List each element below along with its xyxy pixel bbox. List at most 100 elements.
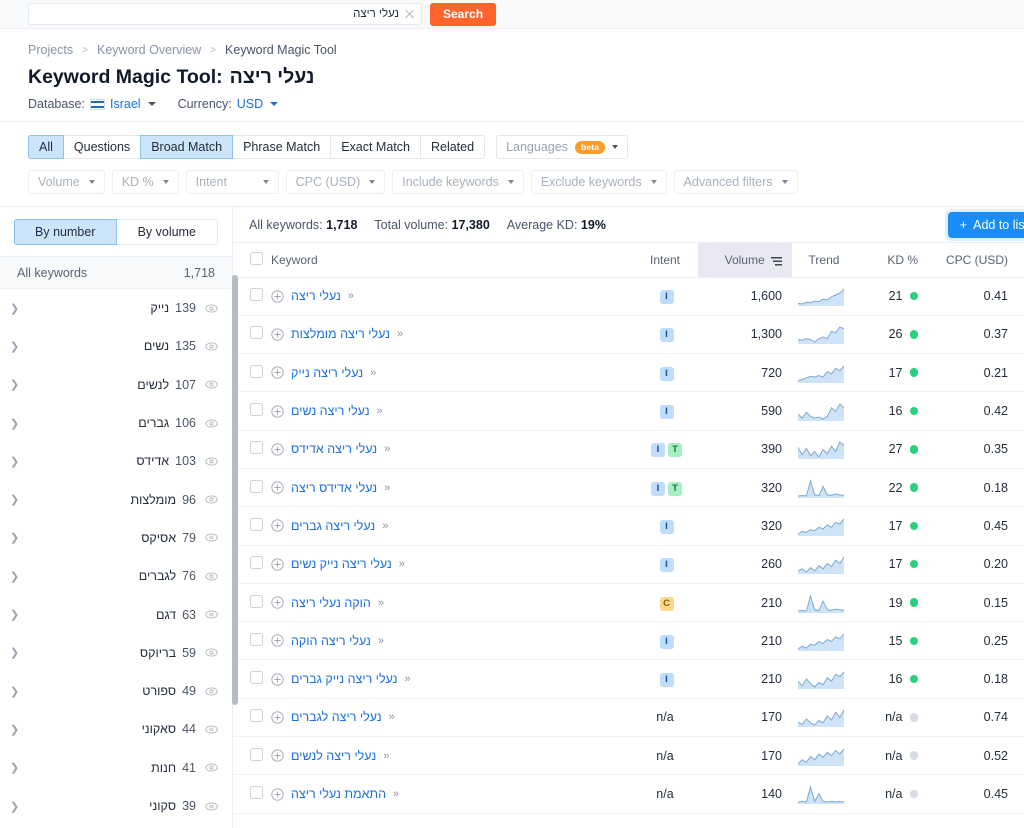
- plus-circle-icon[interactable]: [271, 519, 284, 533]
- sidebar-group-item[interactable]: ❯ מומלצות 96: [0, 480, 232, 518]
- chevron-right-icon[interactable]: ❯: [10, 685, 24, 698]
- row-checkbox[interactable]: [250, 594, 263, 608]
- toggle-by-number[interactable]: By number: [14, 219, 117, 245]
- filter-include-keywords[interactable]: Include keywords: [392, 170, 524, 194]
- plus-circle-icon[interactable]: [271, 558, 284, 571]
- table-row[interactable]: נעלי ריצה לגברים » n/a 170 n/a 0.74: [233, 698, 1024, 738]
- keyword-link[interactable]: נעלי ריצה אדידס: [291, 442, 377, 456]
- row-checkbox[interactable]: [250, 632, 263, 646]
- chevron-down-icon[interactable]: [270, 102, 279, 106]
- column-header-cpc[interactable]: CPC (USD): [928, 243, 1024, 278]
- match-type-questions[interactable]: Questions: [62, 135, 142, 159]
- double-chevron-icon[interactable]: »: [370, 367, 376, 379]
- filter-exclude-keywords[interactable]: Exclude keywords: [530, 170, 667, 194]
- table-row[interactable]: נעלי ריצה הוקה » I 210 15 0.25: [233, 621, 1024, 661]
- keyword-link[interactable]: הוקה נעלי ריצה: [291, 596, 371, 610]
- table-row[interactable]: נעלי ריצה גברים » I 320 17 0.45: [233, 506, 1024, 546]
- table-row[interactable]: התאמת נעלי ריצה » n/a 140 n/a 0.45: [233, 774, 1024, 814]
- row-checkbox[interactable]: [250, 517, 263, 531]
- table-row[interactable]: נעלי ריצה מומלצות » I 1,300 26 0.37: [233, 315, 1024, 355]
- chevron-right-icon[interactable]: ❯: [10, 800, 24, 813]
- eye-icon[interactable]: [205, 417, 218, 430]
- table-row[interactable]: נעלי ריצה נייק » I 720 17 0.21: [233, 353, 1024, 393]
- eye-icon[interactable]: [205, 800, 218, 813]
- toggle-by-volume[interactable]: By volume: [115, 219, 218, 245]
- chevron-down-icon[interactable]: [650, 180, 657, 184]
- chevron-right-icon[interactable]: ❯: [10, 570, 24, 583]
- sidebar-group-item[interactable]: ❯ אסיקס 79: [0, 519, 232, 557]
- keyword-link[interactable]: נעלי ריצה: [291, 289, 341, 303]
- intent-badge-t[interactable]: T: [668, 443, 682, 458]
- table-row[interactable]: הוקה נעלי ריצה » C 210 19 0.15: [233, 583, 1024, 623]
- double-chevron-icon[interactable]: »: [383, 750, 389, 762]
- plus-circle-icon[interactable]: [271, 404, 284, 418]
- table-row[interactable]: נעלי ריצה אדידס» I T 390 27 0.35: [233, 430, 1024, 469]
- database-value[interactable]: Israel: [110, 97, 141, 111]
- chevron-right-icon[interactable]: ❯: [10, 340, 24, 353]
- languages-dropdown[interactable]: Languages beta: [496, 135, 629, 159]
- plus-circle-icon[interactable]: [271, 787, 284, 801]
- table-row[interactable]: נעלי ריצה נייק נשים » I 260 17 0.20: [233, 545, 1024, 584]
- sidebar-group-item[interactable]: ❯ לנשים 107: [0, 366, 232, 404]
- plus-circle-icon[interactable]: [271, 596, 284, 609]
- table-row[interactable]: נעלי אדידס ריצה» I T 320 22 0.18: [233, 468, 1024, 508]
- intent-badge-i[interactable]: I: [651, 443, 665, 458]
- close-icon[interactable]: [404, 9, 415, 20]
- intent-badge-i[interactable]: I: [659, 405, 674, 420]
- eye-icon[interactable]: [205, 608, 218, 621]
- row-checkbox[interactable]: [250, 709, 263, 723]
- keyword-link[interactable]: נעלי ריצה נייק: [291, 366, 363, 380]
- match-type-all[interactable]: All: [28, 135, 64, 159]
- keyword-link[interactable]: נעלי אדידס ריצה: [291, 481, 377, 495]
- chevron-right-icon[interactable]: ❯: [10, 302, 24, 315]
- sidebar-group-item[interactable]: ❯ אדידס 103: [0, 442, 232, 480]
- currency-selector[interactable]: Currency: USD: [178, 97, 279, 111]
- sidebar-group-item[interactable]: ❯ דגם 63: [0, 595, 232, 633]
- keyword-link[interactable]: התאמת נעלי ריצה: [291, 787, 386, 801]
- breadcrumb-item-projects[interactable]: Projects: [28, 43, 73, 57]
- chevron-down-icon[interactable]: [612, 145, 619, 149]
- chevron-down-icon[interactable]: [507, 180, 514, 184]
- eye-icon[interactable]: [205, 302, 218, 315]
- row-checkbox[interactable]: [250, 786, 263, 799]
- row-checkbox[interactable]: [250, 479, 263, 493]
- plus-circle-icon[interactable]: [271, 443, 284, 456]
- filter-intent[interactable]: Intent: [185, 170, 279, 194]
- match-type-related[interactable]: Related: [419, 135, 486, 159]
- search-input[interactable]: [29, 8, 421, 20]
- filter-cpc[interactable]: CPC (USD): [285, 170, 386, 194]
- sidebar-group-item[interactable]: ❯ לגברים 76: [0, 557, 232, 595]
- double-chevron-icon[interactable]: »: [393, 788, 399, 800]
- plus-circle-icon[interactable]: [271, 366, 284, 379]
- chevron-down-icon[interactable]: [781, 180, 788, 184]
- eye-icon[interactable]: [205, 685, 218, 698]
- column-header-intent[interactable]: Intent: [632, 243, 698, 278]
- plus-circle-icon[interactable]: [271, 328, 284, 341]
- chevron-right-icon[interactable]: ❯: [10, 646, 24, 659]
- chevron-down-icon[interactable]: [88, 180, 95, 184]
- add-to-list-button[interactable]: + Add to list: [947, 211, 1024, 238]
- double-chevron-icon[interactable]: »: [397, 328, 403, 340]
- chevron-down-icon[interactable]: [262, 180, 269, 184]
- keyword-link[interactable]: נעלי ריצה נשים: [291, 404, 370, 418]
- sidebar-group-item[interactable]: ❯ בריוקס 59: [0, 634, 232, 672]
- double-chevron-icon[interactable]: »: [377, 405, 383, 417]
- double-chevron-icon[interactable]: »: [378, 635, 384, 647]
- intent-badge-i[interactable]: I: [659, 634, 674, 649]
- keyword-link[interactable]: נעלי ריצה גברים: [291, 519, 375, 533]
- table-row[interactable]: נעלי ריצה לנשים » n/a 170 n/a 0.52: [233, 736, 1024, 776]
- row-checkbox[interactable]: [250, 441, 263, 455]
- eye-icon[interactable]: [205, 378, 218, 391]
- eye-icon[interactable]: [205, 646, 218, 659]
- double-chevron-icon[interactable]: »: [384, 482, 390, 494]
- eye-icon[interactable]: [205, 761, 218, 774]
- chevron-right-icon[interactable]: ❯: [10, 608, 24, 621]
- row-checkbox[interactable]: [250, 364, 263, 378]
- chevron-right-icon[interactable]: ❯: [10, 493, 24, 506]
- double-chevron-icon[interactable]: »: [399, 558, 405, 570]
- sidebar-group-item[interactable]: ❯ סקוני 39: [0, 787, 232, 825]
- chevron-right-icon[interactable]: ❯: [10, 723, 24, 736]
- eye-icon[interactable]: [205, 455, 218, 468]
- intent-badge-i[interactable]: I: [659, 366, 674, 381]
- keyword-link[interactable]: נעלי ריצה הוקה: [291, 634, 371, 648]
